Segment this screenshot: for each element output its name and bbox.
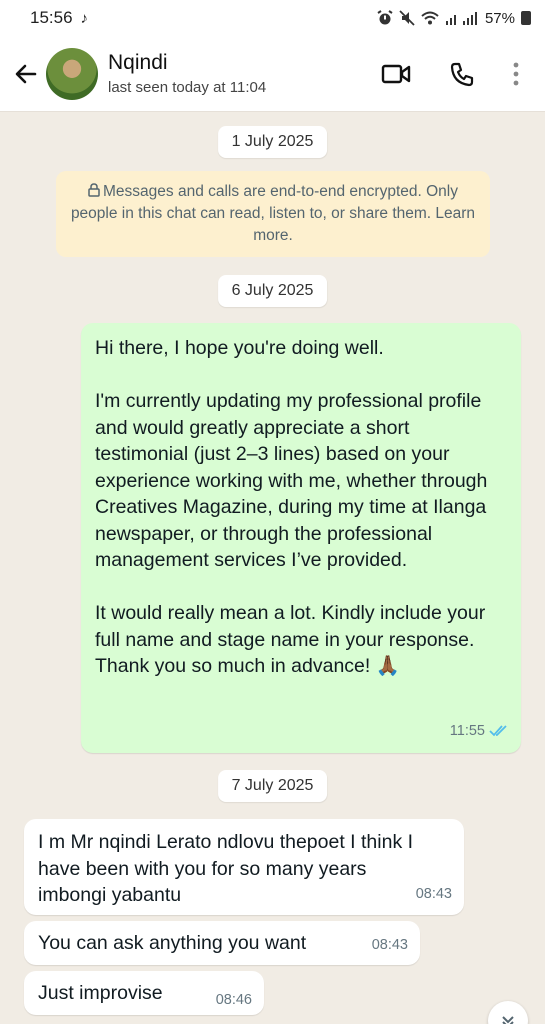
- chat-header: Nqindi last seen today at 11:04: [0, 36, 545, 112]
- message-time: 11:55: [449, 722, 485, 739]
- contact-name: Nqindi: [108, 51, 168, 74]
- incoming-message[interactable]: Just improvise 08:46: [24, 971, 264, 1015]
- signal-icon: [445, 12, 477, 25]
- encryption-notice-text: Messages and calls are end-to-end encryp…: [70, 183, 476, 244]
- message-text: You can ask anything you want: [38, 932, 307, 954]
- phone-icon[interactable]: [449, 61, 475, 87]
- alarm-icon: [377, 10, 393, 25]
- outgoing-message[interactable]: Hi there, I hope you're doing well. I'm …: [81, 323, 521, 753]
- header-actions: [381, 61, 519, 87]
- message-time: 08:43: [415, 885, 452, 902]
- mute-icon: [399, 10, 415, 26]
- message-text: Hi there, I hope you're doing well. I'm …: [95, 337, 488, 677]
- last-seen-status: last seen today at 11:04: [108, 79, 267, 96]
- encryption-notice[interactable]: Messages and calls are end-to-end encryp…: [56, 171, 490, 257]
- incoming-message[interactable]: You can ask anything you want 08:43: [24, 921, 420, 965]
- tiktok-icon: ♪: [80, 9, 89, 27]
- read-ticks-icon: [489, 725, 507, 737]
- status-bar: 15:56 ♪ 57%: [0, 0, 545, 36]
- battery-percent: 57%: [484, 9, 515, 27]
- status-time: 15:56: [30, 8, 73, 27]
- contact-info[interactable]: Nqindi last seen today at 11:04: [108, 51, 266, 96]
- message-time: 08:46: [215, 991, 252, 1008]
- message-text: I m Mr nqindi Lerato ndlovu thepoet I th…: [38, 831, 419, 906]
- lock-icon: [88, 183, 100, 197]
- chevron-down-icon: [502, 1016, 514, 1024]
- more-vert-icon[interactable]: [513, 62, 519, 86]
- battery-icon: [521, 11, 531, 25]
- avatar[interactable]: [46, 47, 98, 100]
- scroll-down-button[interactable]: [488, 1001, 528, 1024]
- wifi-icon: [421, 11, 439, 25]
- chat-area[interactable]: 1 July 2025 Messages and calls are end-t…: [0, 113, 545, 1024]
- message-time: 08:43: [371, 936, 408, 953]
- incoming-message[interactable]: I m Mr nqindi Lerato ndlovu thepoet I th…: [24, 819, 464, 915]
- back-arrow-icon[interactable]: [6, 61, 46, 87]
- video-call-icon[interactable]: [381, 63, 411, 85]
- message-meta: 11:55: [450, 718, 509, 745]
- status-icons: 57%: [377, 10, 531, 27]
- date-chip: 7 July 2025: [217, 770, 328, 802]
- date-chip: 1 July 2025: [217, 126, 328, 158]
- date-chip: 6 July 2025: [217, 275, 328, 307]
